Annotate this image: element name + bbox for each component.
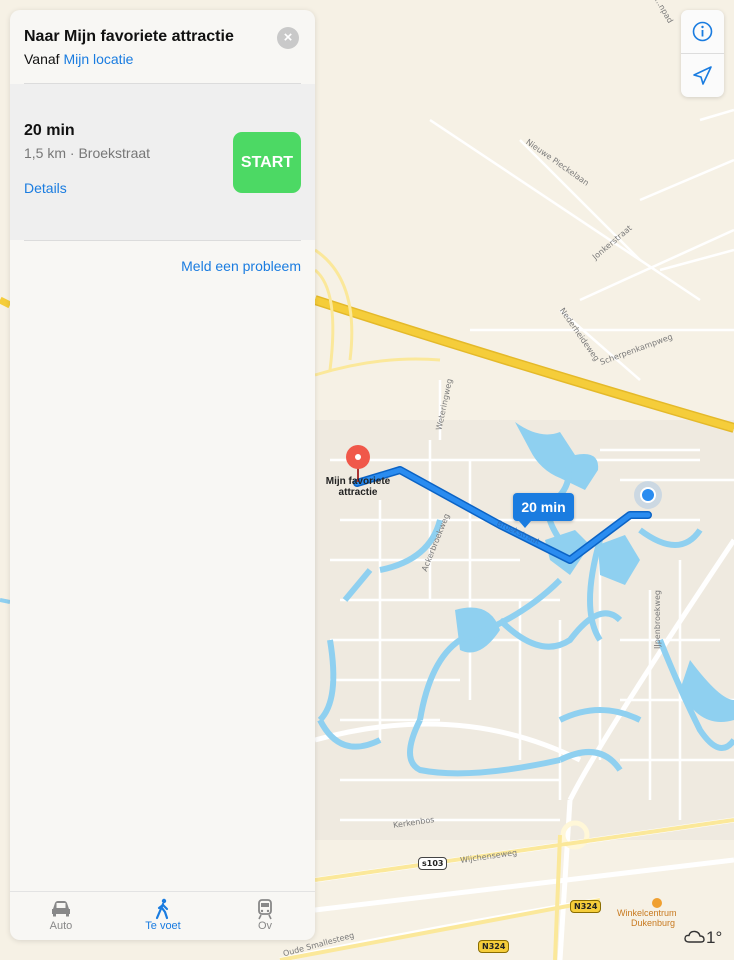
current-location-icon <box>634 481 662 509</box>
transport-mode-tabs: Auto Te voet Ov <box>10 891 315 940</box>
tab-te-voet-label: Te voet <box>145 920 181 932</box>
tab-auto[interactable]: Auto <box>10 898 112 932</box>
origin-location-link[interactable]: Mijn locatie <box>63 51 133 67</box>
poi-winkelcentrum[interactable]: Winkelcentrum Dukenburg <box>617 898 677 928</box>
details-link[interactable]: Details <box>24 180 67 196</box>
tab-ov[interactable]: Ov <box>214 898 316 932</box>
destination-label[interactable]: Mijn favoriete attractie <box>312 476 404 498</box>
weather-indicator: 1° <box>684 928 722 948</box>
road-shield-n324: N324 <box>570 900 602 913</box>
report-problem-link[interactable]: Meld een probleem <box>181 258 301 274</box>
directions-panel: Naar Mijn favoriete attractie Vanaf Mijn… <box>10 10 315 940</box>
poi-name-line1: Winkelcentrum <box>617 908 677 918</box>
tab-te-voet[interactable]: Te voet <box>112 898 214 932</box>
weather-temperature: 1° <box>706 928 723 947</box>
route-description: 1,5 km · Broekstraat <box>24 145 151 161</box>
poi-name-line2: Dukenburg <box>631 918 676 928</box>
train-icon <box>214 898 316 920</box>
info-button[interactable] <box>681 10 724 53</box>
directions-origin: Vanaf Mijn locatie <box>24 51 133 67</box>
tab-auto-label: Auto <box>49 920 73 932</box>
start-button[interactable]: START <box>233 132 301 193</box>
close-icon: × <box>283 29 293 46</box>
origin-prefix: Vanaf <box>24 51 60 67</box>
divider <box>24 240 301 241</box>
car-icon <box>10 898 112 920</box>
poi-icon <box>652 898 662 908</box>
directions-title: Naar Mijn favoriete attractie <box>24 28 234 45</box>
location-arrow-icon <box>693 66 712 85</box>
info-icon <box>692 21 713 42</box>
road-shield-n324: N324 <box>478 940 510 953</box>
street-label-ijpenbroekweg: IJpenbroekweg <box>652 590 662 649</box>
cloud-icon <box>684 930 705 943</box>
walk-icon <box>112 898 214 920</box>
map-controls <box>681 10 724 97</box>
route-option[interactable]: 20 min 1,5 km · Broekstraat Details STAR… <box>10 84 315 240</box>
route-time-bubble[interactable]: 20 min <box>513 493 574 528</box>
close-button[interactable]: × <box>277 27 299 49</box>
locate-me-button[interactable] <box>681 54 724 97</box>
tab-ov-label: Ov <box>257 920 273 932</box>
route-duration: 20 min <box>24 122 75 139</box>
road-shield-s103: s103 <box>418 857 448 870</box>
